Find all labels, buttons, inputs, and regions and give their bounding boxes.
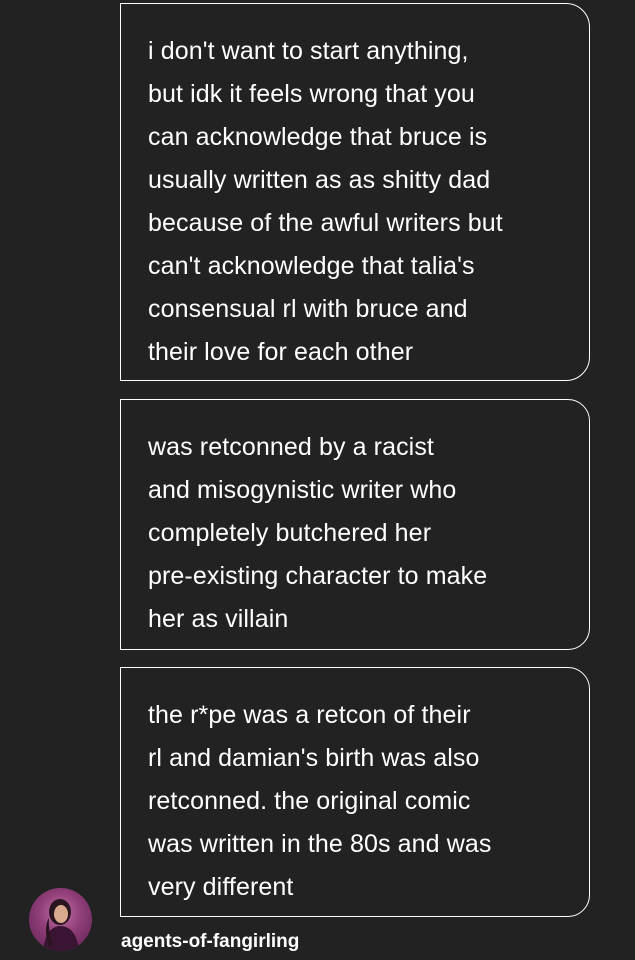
message-text: i don't want to start anything, but idk … <box>148 37 503 366</box>
message-bubble: was retconned by a racist and misogynist… <box>120 399 590 650</box>
avatar[interactable] <box>29 888 92 951</box>
sender-username[interactable]: agents-of-fangirling <box>121 931 299 953</box>
user-avatar-icon <box>43 899 79 951</box>
message-text: the r*pe was a retcon of their rl and da… <box>148 701 492 901</box>
message-bubble: the r*pe was a retcon of their rl and da… <box>120 667 590 917</box>
message-text: was retconned by a racist and misogynist… <box>148 433 488 633</box>
message-bubble: i don't want to start anything, but idk … <box>120 3 590 381</box>
